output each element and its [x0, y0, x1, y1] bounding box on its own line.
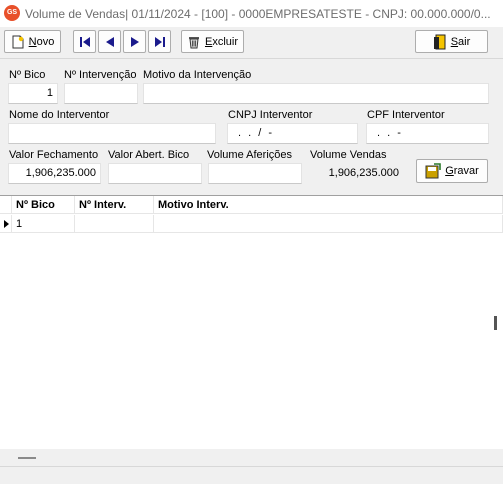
intervention-form: Nº Bico Nº Intervenção Motivo da Interve…: [0, 58, 503, 196]
first-record-button[interactable]: [73, 30, 96, 53]
gravar-button[interactable]: Gravar: [416, 159, 488, 183]
sair-button[interactable]: Sair: [415, 30, 488, 53]
grid-col-motivo-interv[interactable]: Motivo Interv.: [154, 196, 503, 214]
sair-label: Sair: [450, 35, 471, 48]
nome-interventor-label: Nome do Interventor: [9, 109, 110, 121]
app-logo-icon: GS: [4, 5, 20, 21]
excluir-button[interactable]: Excluir: [181, 30, 244, 53]
table-row-cell-motivo[interactable]: [154, 215, 503, 233]
scrollbar-thumb[interactable]: [494, 316, 497, 330]
grid-col-n-interv[interactable]: Nº Interv.: [75, 196, 154, 214]
valor-abert-bico-field[interactable]: [108, 163, 202, 184]
previous-record-icon: [105, 36, 114, 47]
table-row-cell-n-bico[interactable]: 1: [12, 215, 75, 233]
current-row-arrow-icon: [4, 220, 9, 228]
save-icon: [425, 163, 441, 179]
splitter-handle[interactable]: [18, 457, 36, 459]
n-bico-label: Nº Bico: [9, 69, 46, 81]
previous-record-button[interactable]: [98, 30, 121, 53]
cnpj-interventor-field[interactable]: . . / -: [227, 123, 358, 144]
grid-col-n-bico[interactable]: Nº Bico: [12, 196, 75, 214]
new-document-icon: [12, 35, 24, 48]
motivo-label: Motivo da Intervenção: [143, 69, 252, 81]
n-intervencao-field[interactable]: [64, 83, 138, 104]
gravar-label: Gravar: [445, 165, 479, 177]
first-record-icon: [79, 36, 90, 47]
volume-afericoes-field[interactable]: [208, 163, 302, 184]
records-grid: Nº Bico Nº Interv. Motivo Interv. 1: [0, 195, 503, 450]
cpf-interventor-label: CPF Interventor: [367, 109, 445, 121]
n-bico-field[interactable]: 1: [8, 83, 58, 104]
cpf-interventor-field[interactable]: . . -: [366, 123, 489, 144]
cnpj-interventor-label: CNPJ Interventor: [228, 109, 313, 121]
trash-icon: [188, 36, 199, 48]
next-record-button[interactable]: [123, 30, 146, 53]
toolbar: Novo Excluir Sair: [0, 27, 503, 58]
n-intervencao-label: Nº Intervenção: [64, 69, 137, 81]
valor-fechamento-field[interactable]: 1,906,235.000: [8, 163, 101, 184]
volume-afericoes-label: Volume Aferições: [207, 149, 292, 161]
row-indicator: [0, 215, 12, 233]
table-row-cell-n-interv[interactable]: [75, 215, 154, 233]
title-bar: GS Volume de Vendas| 01/11/2024 - [100] …: [0, 0, 503, 27]
novo-label: Novo: [28, 35, 55, 48]
window-title: Volume de Vendas| 01/11/2024 - [100] - 0…: [25, 7, 491, 21]
volume-vendas-label: Volume Vendas: [310, 149, 387, 161]
exit-door-icon: [433, 34, 446, 49]
volume-vendas-field: 1,906,235.000: [310, 163, 404, 184]
novo-button[interactable]: Novo: [4, 30, 61, 53]
last-record-icon: [154, 36, 165, 47]
motivo-field[interactable]: [143, 83, 489, 104]
nome-interventor-field[interactable]: [8, 123, 216, 144]
status-bar: [0, 449, 503, 484]
next-record-icon: [130, 36, 139, 47]
grid-indicator-header: [0, 196, 12, 214]
valor-fechamento-label: Valor Fechamento: [9, 149, 99, 161]
status-divider: [0, 466, 503, 467]
excluir-label: Excluir: [204, 35, 238, 48]
last-record-button[interactable]: [148, 30, 171, 53]
valor-abert-bico-label: Valor Abert. Bico: [108, 149, 190, 161]
